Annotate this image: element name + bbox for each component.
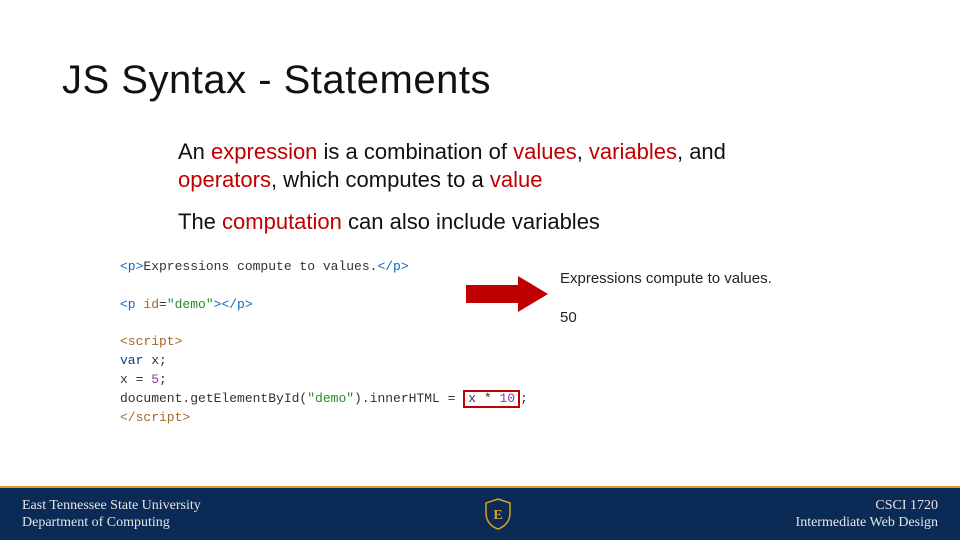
- code-eq: =: [159, 297, 167, 312]
- text: is a combination of: [317, 139, 513, 164]
- code-text: x;: [143, 353, 166, 368]
- slide-title: JS Syntax - Statements: [62, 58, 491, 103]
- keyword-computation: computation: [222, 209, 342, 234]
- output-line-2: 50: [560, 307, 772, 328]
- footer: East Tennessee State University Departme…: [0, 488, 960, 540]
- code-text: x *: [468, 391, 499, 406]
- course-code: CSCI 1720: [796, 497, 938, 515]
- keyword-operators: operators: [178, 167, 271, 192]
- slide: JS Syntax - Statements An expression is …: [0, 0, 960, 540]
- code-text: Expressions compute to values.: [143, 259, 377, 274]
- keyword-variables: variables: [589, 139, 677, 164]
- code-tag: <p>: [120, 259, 143, 274]
- text: ,: [577, 139, 589, 164]
- code-tag: </p>: [221, 297, 252, 312]
- code-keyword: var: [120, 353, 143, 368]
- text: The: [178, 209, 222, 234]
- footer-right: CSCI 1720 Intermediate Web Design: [796, 497, 938, 532]
- text: , and: [677, 139, 726, 164]
- university-name: East Tennessee State University: [22, 497, 201, 515]
- code-text: x =: [120, 372, 151, 387]
- text: An: [178, 139, 211, 164]
- output-line-1: Expressions compute to values.: [560, 268, 772, 289]
- footer-left: East Tennessee State University Departme…: [22, 497, 201, 532]
- code-string: "demo": [167, 297, 214, 312]
- paragraph-1: An expression is a combination of values…: [178, 138, 818, 193]
- code-tag: </p>: [377, 259, 408, 274]
- code-text: ;: [520, 391, 528, 406]
- shield-icon: E: [484, 498, 512, 530]
- code-text: ).innerHTML =: [354, 391, 463, 406]
- keyword-expression: expression: [211, 139, 317, 164]
- code-tag: <p: [120, 297, 136, 312]
- code-number: 5: [151, 372, 159, 387]
- keyword-value: value: [490, 167, 543, 192]
- code-attr: id: [136, 297, 159, 312]
- department-name: Department of Computing: [22, 514, 201, 532]
- output-block: Expressions compute to values. 50: [560, 268, 772, 328]
- highlight-box: x * 10: [463, 390, 520, 408]
- code-text: ;: [159, 372, 167, 387]
- code-text: document.getElementById(: [120, 391, 307, 406]
- logo-letter: E: [493, 508, 502, 523]
- code-number: 10: [499, 391, 515, 406]
- paragraph-2: The computation can also include variabl…: [178, 208, 818, 236]
- arrow-head: [518, 276, 548, 312]
- arrow-body: [466, 285, 518, 303]
- text: can also include variables: [342, 209, 600, 234]
- code-tag: </script>: [120, 410, 190, 425]
- arrow-icon: [466, 276, 548, 312]
- keyword-values: values: [513, 139, 577, 164]
- course-name: Intermediate Web Design: [796, 514, 938, 532]
- code-tag: <script>: [120, 334, 182, 349]
- footer-logo: E: [483, 497, 513, 531]
- text: , which computes to a: [271, 167, 490, 192]
- code-string: "demo": [307, 391, 354, 406]
